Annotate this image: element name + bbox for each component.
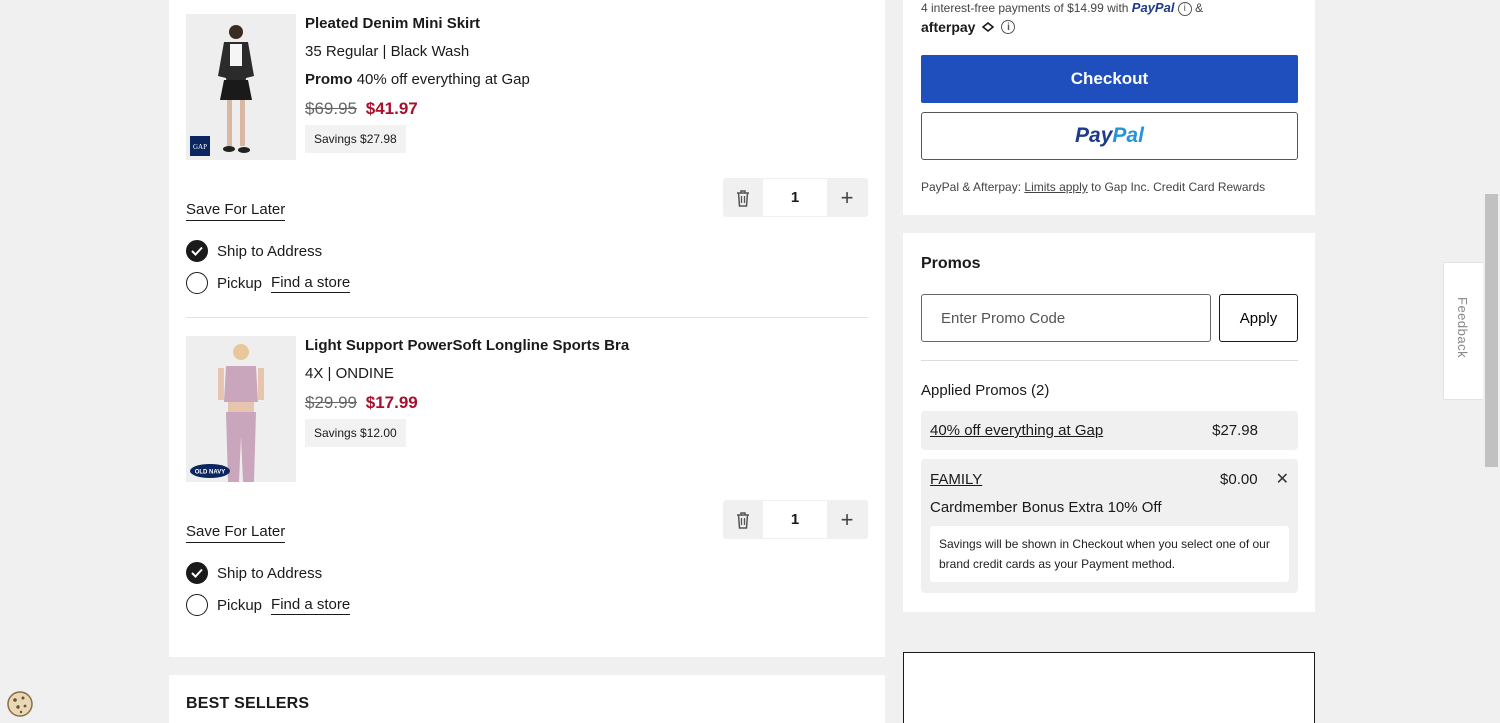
- promo-amount: $27.98: [1212, 422, 1258, 439]
- info-icon[interactable]: i: [1001, 20, 1016, 34]
- promos-card: Promos Apply Applied Promos (2) 40% off …: [903, 233, 1315, 612]
- paypal-logo-text: PayPal: [1131, 0, 1175, 15]
- ship-label: Ship to Address: [217, 564, 323, 582]
- promo-description: Cardmember Bonus Extra 10% Off: [930, 499, 1162, 516]
- find-a-store-link[interactable]: Find a store: [271, 274, 351, 293]
- savings-badge: Savings $27.98: [305, 125, 406, 153]
- limits-apply-link[interactable]: Limits apply: [1024, 180, 1087, 194]
- promos-title: Promos: [921, 255, 981, 272]
- sale-price: $17.99: [365, 393, 418, 412]
- product-info: Light Support PowerSoft Longline Sports …: [305, 336, 805, 447]
- old-navy-logo: OLD NAVY: [190, 464, 230, 478]
- applied-promos-title: Applied Promos (2): [921, 382, 1050, 399]
- promo-note: Savings will be shown in Checkout when y…: [930, 526, 1289, 582]
- rewards-suffix: to Gap Inc. Credit Card Rewards: [1091, 180, 1266, 194]
- promo-label: Promo: [305, 71, 353, 88]
- pickup-label: Pickup: [217, 274, 263, 292]
- best-sellers-heading: BEST SELLERS: [186, 695, 310, 712]
- promo-name-link[interactable]: FAMILY: [930, 471, 982, 488]
- price-row: $29.99 $17.99: [305, 392, 805, 414]
- feedback-tab[interactable]: Feedback: [1443, 262, 1483, 400]
- ship-label: Ship to Address: [217, 242, 323, 260]
- product-variant: 4X | ONDINE: [305, 365, 394, 382]
- cookie-icon[interactable]: [6, 690, 34, 718]
- product-promo: Promo 40% off everything at Gap: [305, 70, 805, 90]
- pickup-label: Pickup: [217, 596, 263, 614]
- afterpay-row: afterpay i: [921, 19, 1016, 35]
- paypal-button[interactable]: Pay Pal: [921, 112, 1298, 160]
- applied-promo-item: 40% off everything at Gap $27.98: [921, 411, 1298, 450]
- afterpay-arrows-icon: [982, 21, 995, 33]
- applied-promo-item: FAMILY $0.00 ✕ Cardmember Bonus Extra 10…: [921, 459, 1298, 593]
- apply-button[interactable]: Apply: [1219, 294, 1298, 342]
- quantity-stepper: 1 +: [723, 178, 868, 217]
- quantity-value[interactable]: 1: [763, 501, 827, 538]
- product-variant: 35 Regular | Black Wash: [305, 43, 470, 60]
- rewards-note: PayPal & Afterpay: Limits apply to Gap I…: [921, 180, 1265, 194]
- price-row: $69.95 $41.97: [305, 98, 805, 120]
- product-info: Pleated Denim Mini Skirt 35 Regular | Bl…: [305, 14, 805, 153]
- original-price: $69.95: [305, 99, 357, 118]
- product-title[interactable]: Pleated Denim Mini Skirt: [305, 14, 805, 34]
- cart-panel: GAP Pleated Denim Mini Skirt 35 Regular …: [169, 0, 885, 657]
- checkout-card: 4 interest-free payments of $14.99 with …: [903, 0, 1315, 215]
- promo-code-input[interactable]: [921, 294, 1211, 342]
- radio-unchecked[interactable]: [186, 594, 208, 616]
- paypal-pal-text: Pal: [1112, 124, 1144, 147]
- save-for-later-link[interactable]: Save For Later: [186, 523, 286, 543]
- savings-badge: Savings $12.00: [305, 419, 406, 447]
- product-image[interactable]: OLD NAVY: [186, 336, 296, 482]
- trash-icon[interactable]: [723, 500, 763, 539]
- friends-family-card: [903, 652, 1315, 723]
- scrollbar-thumb[interactable]: [1485, 194, 1498, 467]
- check-icon[interactable]: [186, 240, 208, 262]
- promos-divider: [921, 360, 1298, 361]
- product-image[interactable]: GAP: [186, 14, 296, 160]
- promo-amount: $0.00: [1220, 470, 1258, 488]
- paypal-pay-text: Pay: [1075, 124, 1113, 147]
- installments-text: 4 interest-free payments of $14.99 with …: [921, 0, 1203, 16]
- sale-price: $41.97: [365, 99, 418, 118]
- ship-to-address-option[interactable]: Ship to Address: [186, 562, 322, 584]
- info-icon[interactable]: i: [1177, 1, 1192, 16]
- svg-text:OLD NAVY: OLD NAVY: [195, 470, 226, 476]
- quantity-value[interactable]: 1: [763, 179, 827, 216]
- best-sellers-section: BEST SELLERS: [169, 675, 885, 723]
- rewards-prefix: PayPal & Afterpay:: [921, 180, 1022, 194]
- pickup-option[interactable]: Pickup Find a store: [186, 272, 351, 294]
- pickup-option[interactable]: Pickup Find a store: [186, 594, 351, 616]
- gap-logo: GAP: [190, 136, 210, 156]
- ship-to-address-option[interactable]: Ship to Address: [186, 240, 322, 262]
- find-a-store-link[interactable]: Find a store: [271, 596, 351, 615]
- item-divider: [186, 317, 868, 318]
- check-icon[interactable]: [186, 562, 208, 584]
- svg-text:GAP: GAP: [193, 143, 207, 151]
- quantity-stepper: 1 +: [723, 500, 868, 539]
- ampersand: &: [1195, 1, 1204, 15]
- close-icon[interactable]: ✕: [1276, 469, 1289, 489]
- promo-text: 40% off everything at Gap: [356, 71, 530, 88]
- original-price: $29.99: [305, 393, 357, 412]
- plus-icon[interactable]: +: [827, 178, 867, 217]
- trash-icon[interactable]: [723, 178, 763, 217]
- checkout-button[interactable]: Checkout: [921, 55, 1298, 103]
- save-for-later-link[interactable]: Save For Later: [186, 201, 286, 221]
- plus-icon[interactable]: +: [827, 500, 867, 539]
- product-title[interactable]: Light Support PowerSoft Longline Sports …: [305, 336, 805, 356]
- afterpay-logo-text: afterpay: [921, 19, 976, 35]
- radio-unchecked[interactable]: [186, 272, 208, 294]
- feedback-label: Feedback: [1455, 297, 1470, 359]
- promo-name-link[interactable]: 40% off everything at Gap: [930, 422, 1103, 439]
- installments-label: 4 interest-free payments of $14.99 with: [921, 1, 1129, 15]
